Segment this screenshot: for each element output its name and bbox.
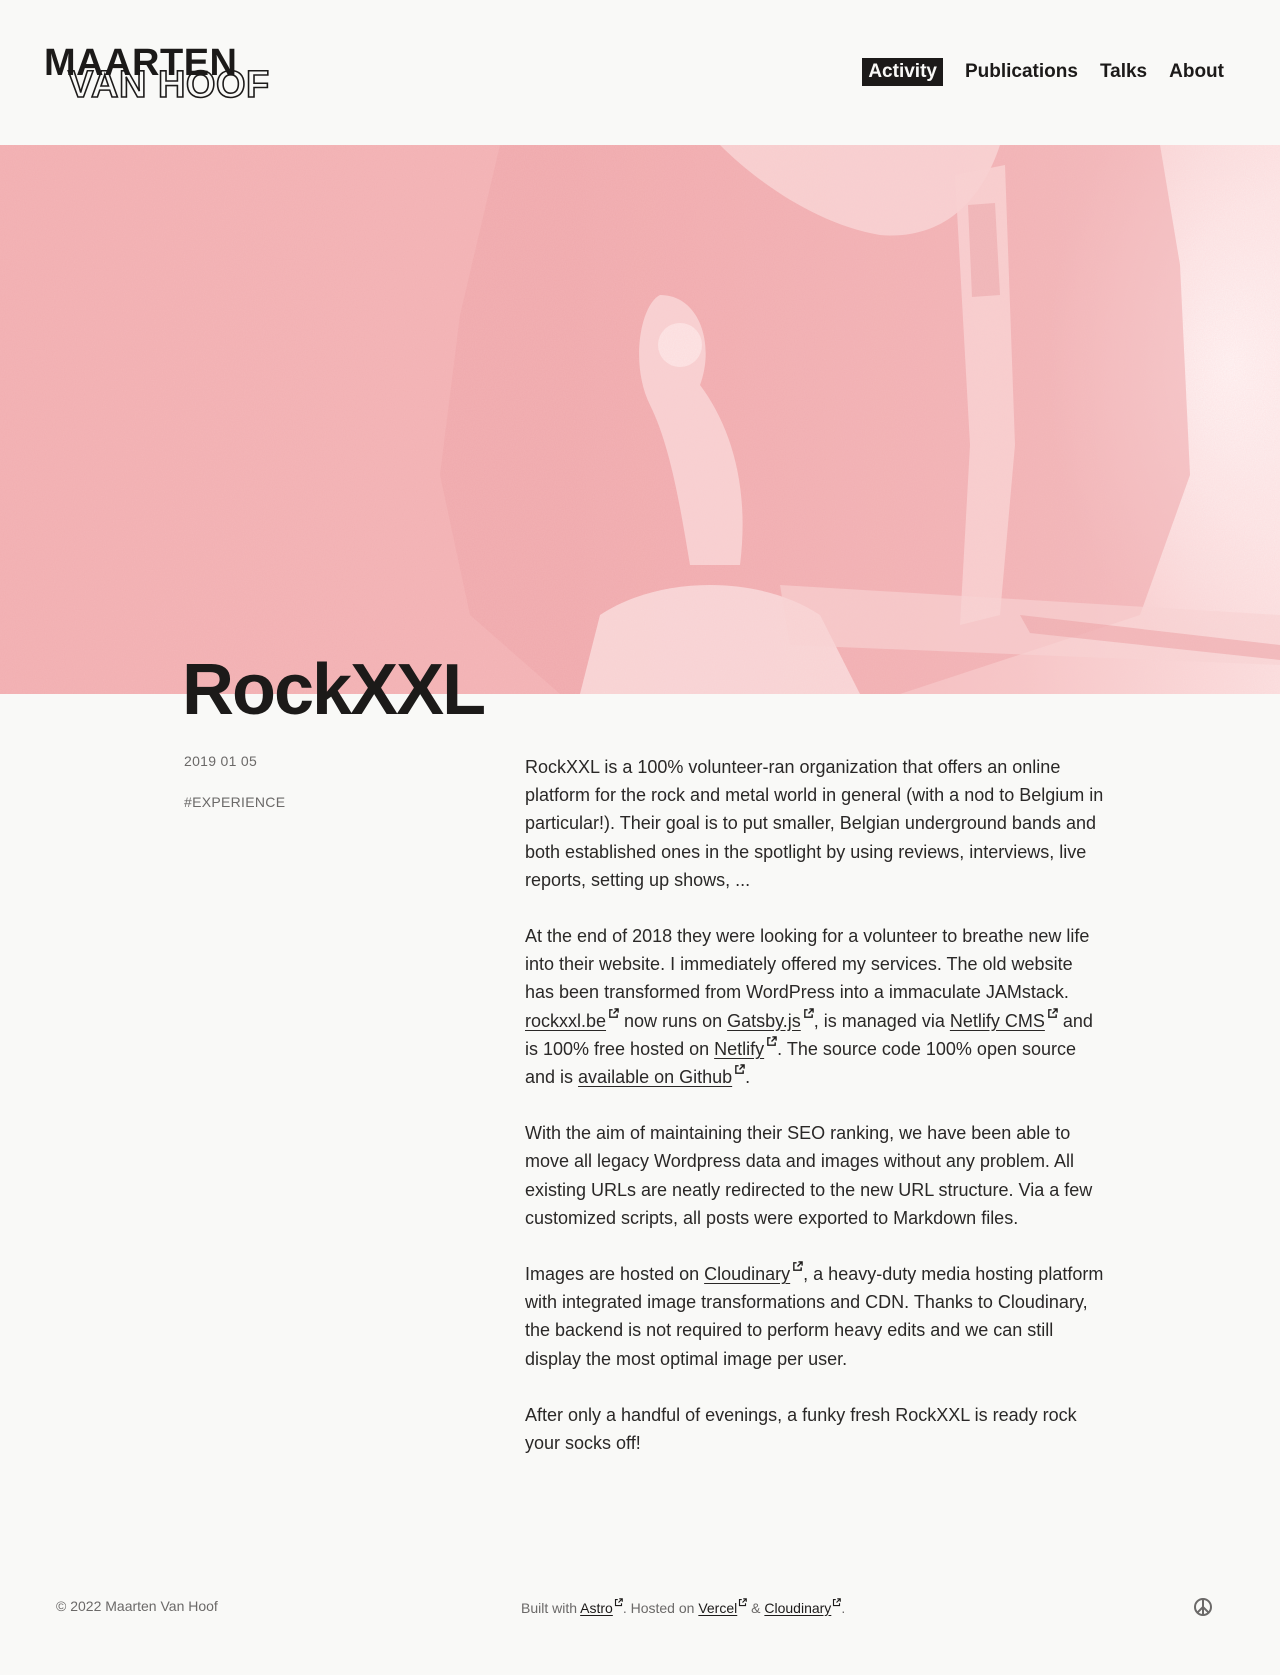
text-span: now runs on: [619, 1010, 728, 1031]
guitarist-photo: [0, 145, 1280, 694]
text-span: , is managed via: [813, 1010, 950, 1031]
footer-credits: Built with Astro . Hosted on Vercel & Clo…: [521, 1598, 845, 1616]
paragraph-4: Images are hosted on Cloudinary, a heavy…: [525, 1260, 1105, 1373]
link-rockxxl[interactable]: rockxxl.be: [525, 1011, 606, 1031]
external-link-icon: [1048, 1007, 1058, 1018]
main-nav: Activity Publications Talks About: [862, 58, 1224, 86]
page-title: RockXXL: [182, 650, 486, 730]
paragraph-3: With the aim of maintaining their SEO ra…: [525, 1123, 1093, 1228]
external-link-icon: [833, 1598, 842, 1607]
paragraph-1: RockXXL is a 100% volunteer-ran organiza…: [525, 757, 1104, 890]
link-netlify-cms[interactable]: Netlify CMS: [950, 1011, 1045, 1031]
footer-link-astro[interactable]: Astro: [580, 1600, 613, 1616]
external-link-icon: [739, 1598, 748, 1607]
paragraph-2: At the end of 2018 they were looking for…: [525, 922, 1105, 1091]
hero-image: [0, 145, 1280, 694]
text-span: At the end of 2018 they were looking for…: [525, 926, 1090, 1003]
external-link-icon: [803, 1007, 814, 1018]
nav-item-talks[interactable]: Talks: [1100, 58, 1147, 86]
link-cloudinary[interactable]: Cloudinary: [704, 1264, 790, 1284]
link-netlify[interactable]: Netlify: [714, 1039, 764, 1059]
text-span: . Hosted on: [622, 1600, 699, 1616]
footer-copyright: © 2022 Maarten Van Hoof: [56, 1598, 218, 1614]
paragraph-5: After only a handful of evenings, a funk…: [525, 1404, 1077, 1454]
footer-link-vercel[interactable]: Vercel: [698, 1600, 737, 1616]
text-span: Built with: [521, 1600, 581, 1616]
external-link-icon: [767, 1036, 777, 1046]
text-span: .: [745, 1067, 751, 1088]
text-span: Images are hosted on: [525, 1264, 705, 1285]
external-link-icon: [735, 1064, 745, 1074]
footer-link-cloudinary[interactable]: Cloudinary: [764, 1600, 831, 1616]
article-body: RockXXL is a 100% volunteer-ran organiza…: [525, 753, 1105, 1485]
link-github[interactable]: available on Github: [578, 1067, 732, 1087]
site-header: VAN HOOF MAARTEN Activity Publications T…: [0, 0, 1280, 145]
post-date: 2019 01 05: [184, 753, 258, 769]
external-link-icon: [793, 1261, 803, 1271]
text-span: .: [841, 1600, 846, 1616]
text-span: &: [747, 1600, 765, 1616]
link-gatsby[interactable]: Gatsby.js: [727, 1011, 801, 1031]
nav-item-publications[interactable]: Publications: [965, 58, 1078, 86]
external-link-icon: [614, 1598, 623, 1607]
external-link-icon: [609, 1007, 619, 1018]
tag-experience[interactable]: #EXPERIENCE: [184, 794, 285, 810]
site-logo[interactable]: VAN HOOF MAARTEN: [44, 42, 274, 105]
peace-icon[interactable]: [1193, 1597, 1213, 1617]
logo-line-1: MAARTEN: [44, 42, 238, 84]
nav-item-about[interactable]: About: [1169, 58, 1224, 86]
nav-item-activity[interactable]: Activity: [862, 58, 943, 86]
